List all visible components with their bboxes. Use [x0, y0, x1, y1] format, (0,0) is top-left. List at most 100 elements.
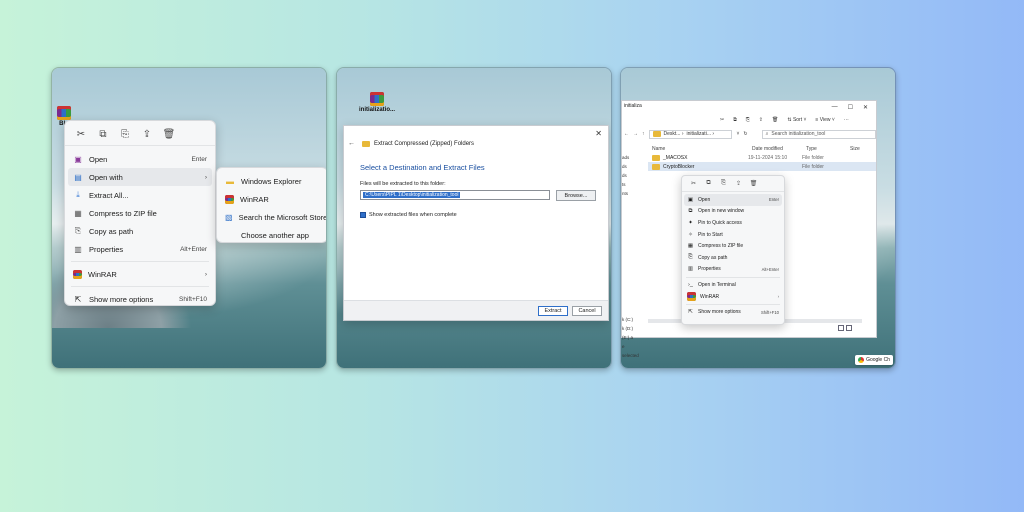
menu-item[interactable]: WinRAR ›: [682, 291, 784, 303]
menu-item[interactable]: ▬ Windows Explorer: [217, 172, 326, 190]
menu-item[interactable]: ▥ Properties Alt+Enter: [65, 240, 215, 258]
explorer-toolbar-item[interactable]: 🗑: [772, 117, 778, 123]
taskbar-chrome-label: Google Ch: [866, 357, 890, 363]
breadcrumb-2[interactable]: initializati... ›: [687, 131, 715, 137]
nav-pane-item[interactable]: [622, 234, 636, 243]
menu-item[interactable]: Choose another app: [217, 226, 326, 244]
nav-pane-item[interactable]: [622, 225, 636, 234]
file-row[interactable]: CryptoBlocker File folder: [648, 162, 876, 171]
zip-icon: ▦: [687, 243, 694, 250]
nav-pane-item[interactable]: [622, 216, 636, 225]
details-view-icon[interactable]: [838, 325, 844, 331]
menu-item[interactable]: ⤓ Extract All...: [65, 186, 215, 204]
nav-pane-item[interactable]: [622, 198, 636, 207]
delete-icon[interactable]: 🗑: [161, 127, 177, 141]
checkbox-checked[interactable]: [360, 212, 366, 218]
menu-item[interactable]: ⎘ Copy as path: [65, 222, 215, 240]
maximize-icon[interactable]: ☐: [848, 104, 853, 111]
menu-item[interactable]: ▣ Open Enter: [684, 194, 782, 206]
context-menu-items-2: WinRAR ›: [65, 265, 215, 283]
close-icon[interactable]: ✕: [863, 104, 868, 111]
menu-item[interactable]: ⇱ Show more options Shift+F10: [682, 306, 784, 318]
address-bar[interactable]: Deskt... › initializati... ›: [648, 129, 733, 139]
file-name-cell: CryptoBlocker: [652, 163, 748, 170]
breadcrumb-1[interactable]: Deskt... ›: [664, 131, 684, 137]
nav-pane-item[interactable]: ds: [622, 162, 636, 171]
show-files-option[interactable]: Show extracted files when complete: [360, 212, 457, 218]
extract-button[interactable]: Extract: [538, 306, 568, 316]
context-menu-items-3: ⇱ Show more options Shift+F10: [682, 306, 784, 318]
file-row[interactable]: _MACOSX 19-11-2024 15:10 File folder: [622, 153, 876, 162]
nav-pane-item[interactable]: (E:) a: [622, 333, 636, 342]
copy-icon[interactable]: ⧉: [95, 127, 111, 141]
close-icon[interactable]: ✕: [595, 129, 602, 138]
explorer-toolbar-item[interactable]: ≡ View ˅: [815, 117, 834, 123]
explorer-toolbar-item[interactable]: ✂: [720, 117, 724, 123]
share-icon[interactable]: ⇪: [733, 179, 744, 188]
nav-pane-item[interactable]: [622, 243, 636, 252]
menu-item-label: Pin to Start: [698, 231, 723, 238]
menu-item[interactable]: ✧ Pin to Start: [682, 229, 784, 241]
nav-pane-item[interactable]: [622, 261, 636, 270]
menu-item[interactable]: ▧ Search the Microsoft Store: [217, 208, 326, 226]
menu-item-label: WinRAR: [700, 293, 720, 300]
cut-icon[interactable]: ✂: [73, 127, 89, 141]
up-arrow-icon[interactable]: ↑: [642, 131, 645, 137]
menu-item[interactable]: ✦ Pin to Quick access: [682, 217, 784, 229]
menu-item[interactable]: ▦ Compress to ZIP file: [682, 240, 784, 252]
nav-pane-item[interactable]: nts: [622, 189, 636, 198]
taskbar-chrome-button[interactable]: Google Ch: [855, 355, 893, 365]
search-input[interactable]: ⌕ Search initialization_tool: [761, 129, 876, 139]
more-options-icon: ⇱: [74, 294, 82, 304]
nav-pane-item[interactable]: [622, 252, 636, 261]
nav-pane-item[interactable]: [622, 270, 636, 279]
explorer-toolbar-item[interactable]: ⧉: [733, 117, 737, 123]
header-date[interactable]: Date modified: [752, 146, 806, 152]
share-icon[interactable]: ⇪: [139, 127, 155, 141]
explorer-toolbar-item[interactable]: ⇅ Sort ˅: [787, 117, 806, 123]
menu-item[interactable]: ▤ Open with ›: [68, 168, 212, 186]
delete-icon[interactable]: 🗑: [748, 179, 759, 188]
header-size[interactable]: Size: [850, 146, 870, 152]
nav-pane-item[interactable]: [622, 306, 636, 315]
menu-item[interactable]: ⇱ Show more options Shift+F10: [65, 290, 215, 308]
tiles-view-icon[interactable]: [846, 325, 852, 331]
back-arrow-icon[interactable]: ←: [624, 131, 629, 137]
explorer-toolbar-item[interactable]: ···: [844, 117, 849, 123]
nav-pane-item[interactable]: ds: [622, 171, 636, 180]
nav-pane-item[interactable]: [622, 279, 636, 288]
nav-pane-item[interactable]: [622, 207, 636, 216]
browse-button[interactable]: Browse...: [556, 190, 596, 201]
desktop-archive-icon[interactable]: initializatio...: [359, 92, 395, 124]
nav-pane-item[interactable]: k (C:): [622, 315, 636, 324]
minimize-icon[interactable]: —: [832, 104, 838, 110]
cancel-button[interactable]: Cancel: [572, 306, 602, 316]
header-type[interactable]: Type: [806, 146, 850, 152]
destination-path-input[interactable]: C:\Users\PIPL 1\Desktop\initialization_t…: [360, 190, 550, 200]
explorer-toolbar-item[interactable]: ⇪: [759, 117, 763, 123]
nav-pane-item[interactable]: k (D:): [622, 324, 636, 333]
nav-pane-item[interactable]: ads: [622, 153, 636, 162]
menu-item[interactable]: ▦ Compress to ZIP file: [65, 204, 215, 222]
nav-pane-item[interactable]: ts: [622, 180, 636, 189]
nav-pane-item[interactable]: e selected: [622, 342, 639, 360]
menu-item[interactable]: ›_ Open in Terminal: [682, 279, 784, 291]
menu-item[interactable]: ⎘ Copy as path: [682, 252, 784, 264]
nav-pane-item[interactable]: [622, 288, 636, 297]
menu-item[interactable]: WinRAR ›: [65, 265, 215, 283]
refresh-icon[interactable]: ↻: [743, 131, 747, 137]
nav-pane-item[interactable]: [622, 297, 636, 306]
cut-icon[interactable]: ✂: [688, 179, 699, 188]
explorer-toolbar-item[interactable]: ⎘: [746, 117, 750, 123]
header-name[interactable]: Name: [652, 146, 752, 152]
menu-item[interactable]: WinRAR: [217, 190, 326, 208]
rename-icon[interactable]: ⎘: [117, 127, 133, 141]
copy-icon[interactable]: ⧉: [703, 179, 714, 188]
menu-item[interactable]: ⧉ Open in new window: [682, 206, 784, 218]
menu-item[interactable]: ▣ Open Enter: [65, 150, 215, 168]
menu-item[interactable]: ▥ Properties Alt+Enter: [682, 264, 784, 276]
rename-icon[interactable]: ⎘: [718, 179, 729, 188]
back-arrow-icon[interactable]: ←: [348, 140, 355, 147]
chevron-down-icon[interactable]: ˅: [736, 131, 739, 137]
forward-arrow-icon[interactable]: →: [633, 131, 638, 137]
